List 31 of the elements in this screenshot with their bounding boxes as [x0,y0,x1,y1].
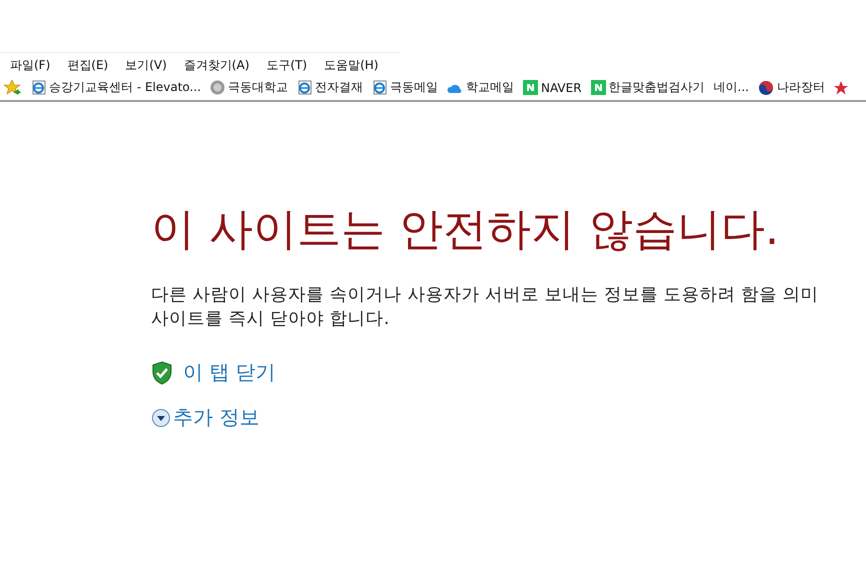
menu-item[interactable]: 보기(V) [125,57,167,74]
menu-item[interactable]: 도움말(H) [324,57,378,74]
close-tab-link[interactable]: 이 탭 닫기 [151,359,276,386]
browser-page-icon [372,80,387,95]
n-logo-icon [523,80,538,95]
menu-item[interactable]: 도구(T) [266,57,308,74]
warning-heading: 이 사이트는 안전하지 않습니다. [151,203,780,257]
favorite-link[interactable]: 극동대학교 [228,79,288,96]
seal-icon [210,80,225,95]
star-icon[interactable] [834,80,848,94]
favorite-link[interactable]: 전자결재 [315,79,363,96]
favorite-link[interactable]: 한글맞춤법검사기 [608,79,705,96]
menu-item[interactable]: 즐겨찾기(A) [184,57,250,74]
taegeuk-icon [758,80,774,96]
menu-item[interactable]: 편집(E) [67,57,108,74]
expand-icon [151,408,171,428]
shield-check-icon [151,360,173,384]
n-logo-icon [590,80,606,95]
browser-page-icon [31,80,46,95]
favorite-link[interactable]: 승강기교육센터 - Elevato... [49,79,201,96]
warning-message: 사이트를 즉시 닫아야 합니다. [151,308,390,331]
favorite-link[interactable]: 학교메일 [466,79,514,96]
menu-item[interactable]: 파일(F) [10,57,50,74]
warning-message: 다른 사람이 사용자를 속이거나 사용자가 서버로 보내는 정보를 도용하려 함을 의미 [151,284,820,307]
favorite-link[interactable]: 네이... [714,79,749,96]
favorite-link[interactable]: 극동메일 [390,79,438,96]
favorite-link[interactable]: NAVER [541,80,582,94]
more-info-link[interactable]: 추가 정보 [151,404,260,431]
favorite-link[interactable]: 나라장터 [777,79,825,96]
browser-page-icon [297,80,312,95]
favorites-star-icon[interactable] [4,80,22,96]
